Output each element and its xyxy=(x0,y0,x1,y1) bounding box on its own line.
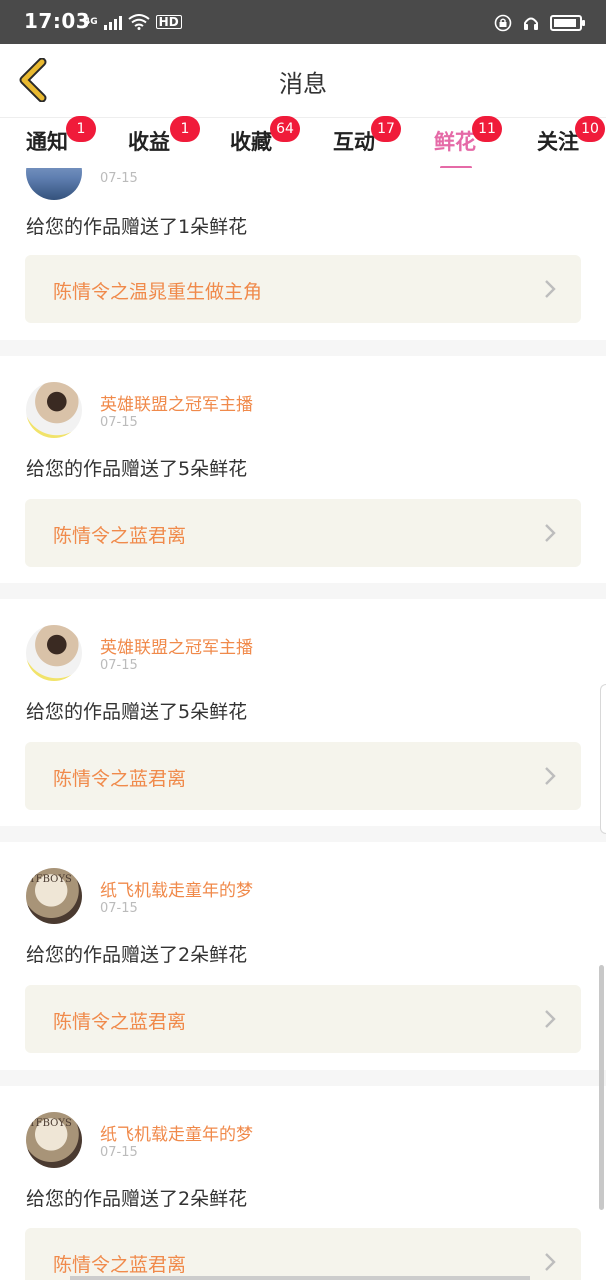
list-item: 英雄联盟之冠军主播 07-15 给您的作品赠送了5朵鲜花 陈情令之蓝君离 xyxy=(0,356,606,583)
message-date: 07-15 xyxy=(100,171,138,186)
battery-icon xyxy=(550,15,585,31)
tab-label: 通知 xyxy=(26,130,68,154)
avatar[interactable]: TFBOYS xyxy=(26,1112,82,1168)
header-bar: 消息 xyxy=(0,44,606,118)
message-text: 给您的作品赠送了1朵鲜花 xyxy=(26,216,248,238)
tab-flowers[interactable]: 鲜花 11 xyxy=(434,116,502,169)
message-date: 07-15 xyxy=(100,658,138,673)
message-date: 07-15 xyxy=(100,415,138,430)
signal-icon xyxy=(103,14,122,30)
chevron-right-icon xyxy=(545,280,556,298)
section-divider xyxy=(0,583,606,599)
chevron-right-icon xyxy=(545,767,556,785)
tab-label: 关注 xyxy=(537,130,579,154)
sender-name[interactable]: 英雄联盟之冠军主播 xyxy=(100,390,253,415)
chevron-right-icon xyxy=(545,1010,556,1028)
message-text: 给您的作品赠送了2朵鲜花 xyxy=(26,944,248,966)
work-link[interactable]: 陈情令之蓝君离 xyxy=(25,1228,581,1280)
chevron-right-icon xyxy=(545,524,556,542)
work-title: 陈情令之蓝君离 xyxy=(53,525,187,547)
tab-label: 互动 xyxy=(333,130,375,154)
tab-badge: 1 xyxy=(170,116,200,142)
status-right-icons xyxy=(494,14,585,32)
sender-name[interactable]: 纸飞机载走童年的梦 xyxy=(100,1120,253,1145)
avatar[interactable] xyxy=(26,625,82,681)
work-link[interactable]: 陈情令之蓝君离 xyxy=(25,742,581,810)
tab-favorites[interactable]: 收藏 64 xyxy=(230,116,300,166)
list-item: TFBOYS 纸飞机载走童年的梦 07-15 给您的作品赠送了2朵鲜花 陈情令之… xyxy=(0,842,606,1070)
scrollbar[interactable] xyxy=(599,965,604,1210)
home-indicator xyxy=(70,1276,530,1280)
work-title: 陈情令之温晁重生做主角 xyxy=(53,281,263,303)
message-text: 给您的作品赠送了2朵鲜花 xyxy=(26,1188,248,1210)
message-date: 07-15 xyxy=(100,1145,138,1160)
status-left-icons: 4G HD xyxy=(84,14,182,30)
list-item: TFBOYS 纸飞机载走童年的梦 07-15 给您的作品赠送了2朵鲜花 陈情令之… xyxy=(0,1086,606,1280)
tab-interactions[interactable]: 互动 17 xyxy=(333,116,401,166)
hd-icon: HD xyxy=(155,15,182,29)
tab-badge: 17 xyxy=(371,116,401,142)
section-divider xyxy=(0,1070,606,1086)
work-title: 陈情令之蓝君离 xyxy=(53,1011,187,1033)
section-divider xyxy=(0,340,606,356)
avatar[interactable] xyxy=(26,168,82,200)
message-date: 07-15 xyxy=(100,901,138,916)
tab-label: 收益 xyxy=(128,130,170,154)
tab-earnings[interactable]: 收益 1 xyxy=(128,116,200,166)
avatar-watermark: TFBOYS xyxy=(29,874,72,885)
avatar-watermark: TFBOYS xyxy=(29,1118,72,1129)
work-link[interactable]: 陈情令之温晁重生做主角 xyxy=(25,255,581,323)
flower-message-list[interactable]: 07-15 给您的作品赠送了1朵鲜花 陈情令之温晁重生做主角 英雄联盟之冠军主播… xyxy=(0,168,606,1280)
tab-badge: 1 xyxy=(66,116,96,142)
chevron-right-icon xyxy=(545,1253,556,1271)
list-item: 07-15 给您的作品赠送了1朵鲜花 陈情令之温晁重生做主角 xyxy=(0,168,606,340)
tab-bar: 通知 1 收益 1 收藏 64 互动 17 鲜花 11 关注 10 xyxy=(0,116,606,169)
edge-panel-handle[interactable] xyxy=(600,684,606,834)
work-title: 陈情令之蓝君离 xyxy=(53,1254,187,1276)
work-title: 陈情令之蓝君离 xyxy=(53,768,187,790)
message-text: 给您的作品赠送了5朵鲜花 xyxy=(26,458,248,480)
tab-badge: 10 xyxy=(575,116,605,142)
tab-badge: 64 xyxy=(270,116,300,142)
page-title: 消息 xyxy=(279,70,327,98)
avatar[interactable] xyxy=(26,382,82,438)
list-item: 英雄联盟之冠军主播 07-15 给您的作品赠送了5朵鲜花 陈情令之蓝君离 xyxy=(0,599,606,826)
tab-badge: 11 xyxy=(472,116,502,142)
status-bar: 17:03 4G HD xyxy=(0,0,606,44)
wifi-icon xyxy=(128,14,150,30)
lock-rotation-icon xyxy=(494,14,512,32)
sender-name[interactable]: 英雄联盟之冠军主播 xyxy=(100,633,253,658)
headphones-icon xyxy=(524,17,538,30)
tab-follows[interactable]: 关注 10 xyxy=(537,116,605,166)
section-divider xyxy=(0,826,606,842)
tab-label: 鲜花 xyxy=(434,130,476,154)
tab-label: 收藏 xyxy=(230,130,272,154)
network-type: 4G xyxy=(84,17,98,27)
work-link[interactable]: 陈情令之蓝君离 xyxy=(25,499,581,567)
tab-notifications[interactable]: 通知 1 xyxy=(26,116,96,166)
avatar[interactable]: TFBOYS xyxy=(26,868,82,924)
status-time: 17:03 xyxy=(24,9,91,33)
message-text: 给您的作品赠送了5朵鲜花 xyxy=(26,701,248,723)
work-link[interactable]: 陈情令之蓝君离 xyxy=(25,985,581,1053)
sender-name[interactable]: 纸飞机载走童年的梦 xyxy=(100,876,253,901)
